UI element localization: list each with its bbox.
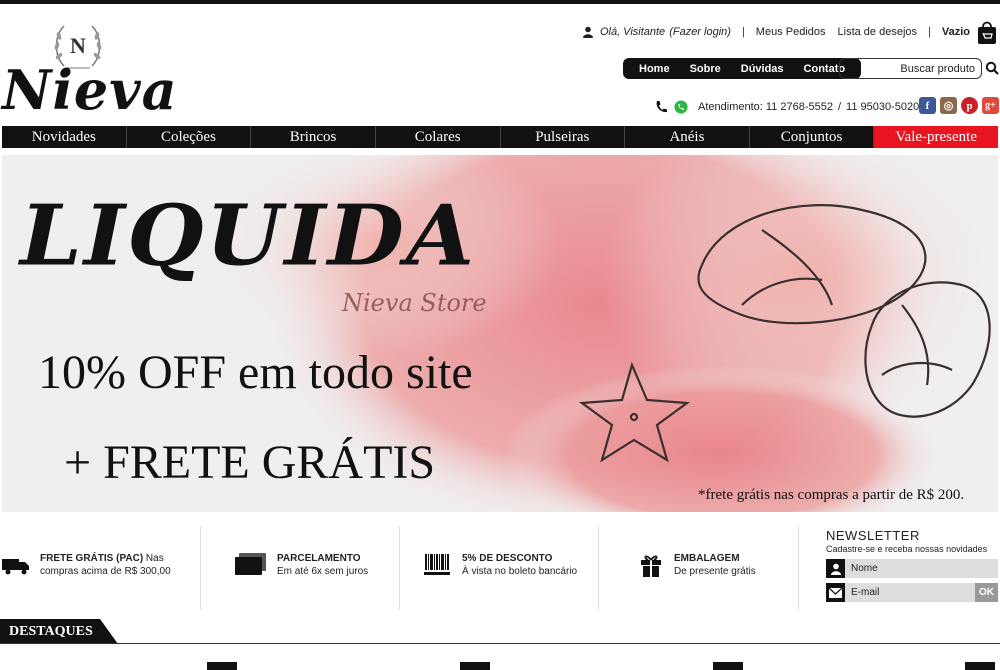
logo[interactable]: N Nieva — [0, 14, 177, 122]
feature-title: 5% DE DESCONTO — [462, 553, 553, 564]
newsletter-ok-button[interactable]: OK — [975, 583, 998, 602]
newsletter-subtitle: Cadastre-se e receba nossas novidades — [826, 544, 988, 554]
envelope-icon — [826, 583, 845, 602]
contact-label: Atendimento: 11 2768-5552 — [698, 101, 833, 113]
destaques-rule — [0, 643, 1000, 644]
destaques-title: DESTAQUES — [0, 619, 118, 644]
main-nav-vale-presente[interactable]: Vale-presente — [874, 126, 998, 148]
newsletter-name-field[interactable]: Nome — [826, 559, 998, 578]
greeting: Olá, Visitante — [599, 26, 666, 38]
banner-note: *frete grátis nas compras a partir de R$… — [698, 487, 965, 503]
phone-icon — [656, 101, 667, 113]
newsletter-title: NEWSLETTER — [826, 528, 920, 543]
newsletter-email-field[interactable]: E-mail OK — [826, 583, 998, 602]
product-badge — [965, 662, 995, 670]
shopping-bag-icon[interactable] — [976, 19, 998, 45]
nav-home[interactable]: Home — [629, 63, 680, 75]
top-nav: Home Sobre Dúvidas Contato — [623, 58, 862, 79]
user-bar: Olá, Visitante (Fazer login) | Meus Pedi… — [582, 21, 1000, 44]
name-placeholder: Nome — [851, 563, 878, 574]
wishlist-link[interactable]: Lista de desejos — [838, 26, 918, 38]
email-placeholder: E-mail — [851, 587, 880, 598]
truck-icon — [2, 559, 29, 575]
product-badge — [713, 662, 743, 670]
banner-offer: 10% OFF em todo site — [38, 346, 473, 399]
product-badge — [207, 662, 237, 670]
feature-title-tail: Nas — [143, 553, 164, 564]
user-icon — [826, 559, 845, 578]
instagram-icon[interactable]: ◎ — [940, 97, 957, 114]
divider — [598, 526, 599, 610]
google-plus-icon[interactable]: g+ — [982, 97, 999, 114]
feature-title: PARCELAMENTO — [277, 553, 361, 564]
main-nav-colecoes[interactable]: Coleções — [127, 126, 252, 148]
user-icon — [582, 26, 593, 38]
main-nav-brincos[interactable]: Brincos — [251, 126, 376, 148]
svg-text:N: N — [70, 33, 86, 58]
separator: | — [741, 26, 745, 38]
feature-title: FRETE GRÁTIS (PAC) — [40, 553, 144, 564]
banner-frete: + FRETE GRÁTIS — [64, 436, 436, 489]
nav-sobre[interactable]: Sobre — [680, 63, 731, 75]
contact-info: Atendimento: 11 2768-5552 / 11 95030-502… — [654, 98, 919, 116]
top-border — [0, 0, 1000, 4]
login-link[interactable]: (Fazer login) — [669, 26, 731, 38]
gift-icon — [641, 555, 661, 577]
feature-text: compras acima de R$ 300,00 — [40, 566, 171, 577]
social-links: f ◎ p g+ — [919, 97, 999, 114]
feature-parcelamento: PARCELAMENTO Em até 6x sem juros — [235, 520, 368, 610]
whatsapp-icon — [674, 100, 688, 114]
feature-text: À vista no boleto bancário — [462, 566, 578, 577]
separator: | — [928, 26, 931, 38]
divider — [798, 526, 799, 610]
main-nav-pulseiras[interactable]: Pulseiras — [501, 126, 626, 148]
barcode-icon — [424, 554, 450, 575]
divider — [399, 526, 400, 610]
feature-frete: FRETE GRÁTIS (PAC) Nas compras acima de … — [2, 520, 171, 610]
facebook-icon[interactable]: f — [919, 97, 936, 114]
contact-phone2: 11 95030-5020 — [846, 101, 920, 113]
pinterest-icon[interactable]: p — [961, 97, 978, 114]
product-badge — [460, 662, 490, 670]
feature-desconto: 5% DE DESCONTO À vista no boleto bancári… — [424, 520, 577, 610]
banner-store: Nieva Store — [342, 289, 487, 317]
main-nav-novidades[interactable]: Novidades — [2, 126, 127, 148]
credit-card-icon — [235, 553, 266, 575]
contact-separator: / — [837, 101, 842, 113]
search-icon[interactable] — [985, 61, 999, 75]
cart-status[interactable]: Vazio — [942, 26, 970, 38]
main-nav-aneis[interactable]: Anéis — [625, 126, 750, 148]
promo-banner[interactable]: LIQUIDA Nieva Store 10% OFF em todo site… — [2, 155, 998, 512]
feature-title: EMBALAGEM — [674, 553, 740, 564]
destaques-section: DESTAQUES — [0, 619, 1000, 645]
feature-text: Em até 6x sem juros — [277, 566, 369, 577]
main-nav-colares[interactable]: Colares — [376, 126, 501, 148]
divider — [200, 526, 201, 610]
newsletter: NEWSLETTER Cadastre-se e receba nossas n… — [826, 528, 998, 602]
feature-embalagem: EMBALAGEM De presente grátis — [638, 520, 756, 610]
banner-title: LIQUIDA — [20, 185, 477, 285]
main-nav: Novidades Coleções Brincos Colares Pulse… — [2, 126, 998, 148]
orders-link[interactable]: Meus Pedidos — [756, 26, 826, 38]
brand-name: Nieva — [2, 58, 178, 122]
feature-text: De presente grátis — [674, 566, 756, 577]
main-nav-conjuntos[interactable]: Conjuntos — [750, 126, 875, 148]
search-input[interactable]: Buscar produto — [839, 58, 982, 79]
nav-duvidas[interactable]: Dúvidas — [731, 63, 794, 75]
